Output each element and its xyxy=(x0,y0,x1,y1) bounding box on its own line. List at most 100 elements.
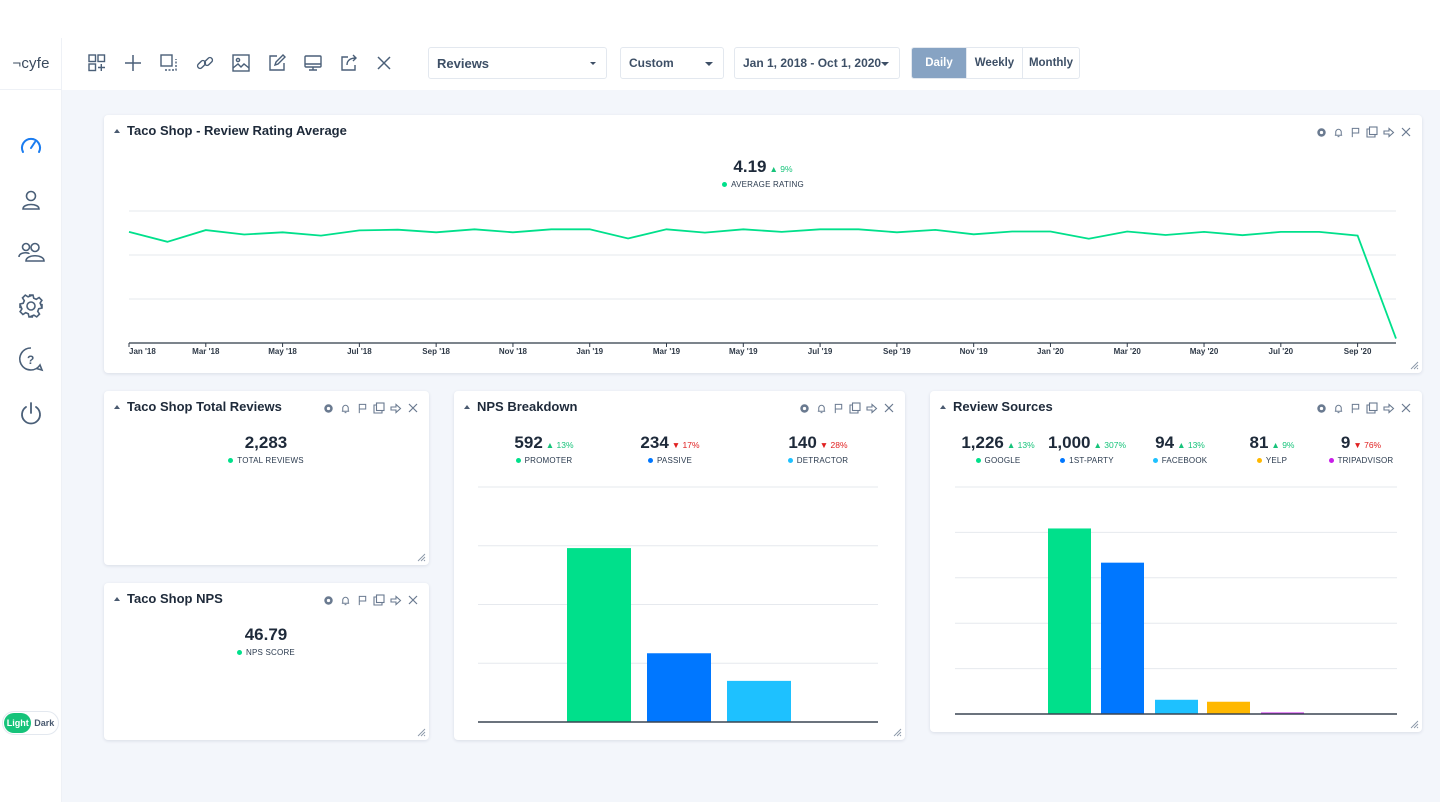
move-icon xyxy=(390,402,402,414)
settings-button[interactable] xyxy=(321,593,335,607)
date-range-value: Jan 1, 2018 - Oct 1, 2020 xyxy=(743,56,882,70)
metric-value: 2,283 xyxy=(244,433,288,452)
x-tick-label: Jan '19 xyxy=(576,347,603,356)
settings-icon xyxy=(323,595,333,605)
flag-icon xyxy=(358,403,366,413)
chevron-down-icon xyxy=(881,62,889,66)
settings-button[interactable] xyxy=(321,401,335,415)
metric-label: TOTAL REVIEWS xyxy=(237,456,304,465)
add-button[interactable] xyxy=(122,52,144,74)
date-range-picker[interactable]: Jan 1, 2018 - Oct 1, 2020 xyxy=(734,47,900,79)
move-button[interactable] xyxy=(389,593,403,607)
bar-promoter[interactable] xyxy=(567,548,631,722)
bell-icon xyxy=(341,596,349,605)
chevron-down-icon xyxy=(705,62,713,66)
widget-title: Taco Shop Total Reviews xyxy=(127,399,282,414)
top-strip xyxy=(0,0,1440,38)
export-button[interactable] xyxy=(338,52,360,74)
dashboard-select[interactable]: Reviews xyxy=(428,47,607,79)
sidebar-item-dashboard[interactable] xyxy=(17,132,45,160)
bell-button[interactable] xyxy=(338,401,352,415)
flag-button[interactable] xyxy=(355,593,369,607)
theme-toggle[interactable]: Light Dark xyxy=(2,711,59,735)
bar-1st-party[interactable] xyxy=(1101,562,1144,714)
chevron-down-icon xyxy=(590,62,596,65)
image-button[interactable] xyxy=(230,52,252,74)
series-line xyxy=(128,228,1397,339)
resize-handle[interactable] xyxy=(417,728,426,737)
bar-google[interactable] xyxy=(1048,528,1091,714)
link-icon xyxy=(196,56,214,70)
x-tick-label: Mar '20 xyxy=(1114,347,1142,356)
flag-icon xyxy=(358,595,366,605)
copy-icon xyxy=(373,402,385,414)
bell-button[interactable] xyxy=(338,593,352,607)
settings-icon xyxy=(323,403,333,413)
toolbar: Reviews Custom Jan 1, 2018 - Oct 1, 2020… xyxy=(62,38,1440,90)
duplicate-button[interactable] xyxy=(158,52,180,74)
nps-bar-chart xyxy=(478,486,878,723)
sidebar-item-help[interactable]: ? xyxy=(17,345,45,373)
widget-nps: Taco Shop NPS 46.79 NPS SCORE xyxy=(104,583,429,740)
edit-button[interactable] xyxy=(266,52,288,74)
share-icon xyxy=(341,54,357,71)
x-tick-label: Jul '20 xyxy=(1269,347,1294,356)
theme-light-option[interactable]: Light xyxy=(4,713,32,733)
sidebar: ¬cyfe ? Light Dark xyxy=(0,38,62,802)
monitor-icon xyxy=(304,55,322,71)
x-tick-label: Sep '18 xyxy=(422,347,450,356)
dashboard-select-value: Reviews xyxy=(437,55,490,71)
copy-button[interactable] xyxy=(372,593,386,607)
flag-button[interactable] xyxy=(355,401,369,415)
gear-icon xyxy=(19,294,43,318)
bar-facebook[interactable] xyxy=(1155,699,1198,714)
resize-handle[interactable] xyxy=(1410,720,1419,729)
tv-mode-button[interactable] xyxy=(302,52,324,74)
sidebar-item-settings[interactable] xyxy=(17,292,45,320)
app-logo[interactable]: ¬cyfe xyxy=(0,38,62,90)
copy-icon xyxy=(373,594,385,606)
bar-detractor[interactable] xyxy=(727,680,791,722)
x-tick-label: Nov '19 xyxy=(960,347,989,356)
edit-icon xyxy=(269,54,286,71)
link-button[interactable] xyxy=(194,52,216,74)
sidebar-item-account[interactable] xyxy=(17,186,45,214)
x-tick-label: May '19 xyxy=(729,347,758,356)
bell-icon xyxy=(341,404,349,413)
resize-handle[interactable] xyxy=(1410,361,1419,370)
collapse-toggle[interactable] xyxy=(114,404,120,409)
period-daily[interactable]: Daily xyxy=(912,48,967,78)
range-select[interactable]: Custom xyxy=(620,47,724,79)
sidebar-item-logout[interactable] xyxy=(17,400,45,428)
help-chat-icon: ? xyxy=(19,347,44,372)
add-widget-button[interactable] xyxy=(86,52,108,74)
user-icon xyxy=(22,190,40,210)
theme-dark-option[interactable]: Dark xyxy=(31,713,57,733)
move-icon xyxy=(390,594,402,606)
period-monthly[interactable]: Monthly xyxy=(1023,48,1079,78)
close-icon xyxy=(377,56,391,70)
period-toggle: Daily Weekly Monthly xyxy=(911,47,1080,79)
x-tick-label: Jan '20 xyxy=(1037,347,1064,356)
period-weekly[interactable]: Weekly xyxy=(967,48,1023,78)
rating-line-chart: Jan '18 Mar '18 May '18 Jul '18 Sep '18 Nov '… xyxy=(128,210,1397,356)
close-icon xyxy=(408,595,418,605)
copy-button[interactable] xyxy=(372,401,386,415)
move-button[interactable] xyxy=(389,401,403,415)
x-tick-label: Jul '19 xyxy=(808,347,833,356)
close-button[interactable] xyxy=(406,593,420,607)
bar-passive[interactable] xyxy=(647,653,711,722)
svg-text:?: ? xyxy=(27,353,34,367)
resize-handle[interactable] xyxy=(417,553,426,562)
x-tick-label: Jan '18 xyxy=(129,347,156,356)
plus-icon xyxy=(125,55,141,71)
resize-handle[interactable] xyxy=(893,728,902,737)
collapse-toggle[interactable] xyxy=(114,596,120,601)
metric-label: NPS SCORE xyxy=(246,648,295,657)
sidebar-item-users[interactable] xyxy=(17,238,45,266)
range-select-value: Custom xyxy=(629,56,674,70)
close-button[interactable] xyxy=(373,52,395,74)
widget-review-sources: Review Sources 1,226 ▲ 13% GOOGLE 1,000 ▲ 30… xyxy=(930,391,1422,732)
close-button[interactable] xyxy=(406,401,420,415)
bar-yelp[interactable] xyxy=(1207,701,1250,714)
